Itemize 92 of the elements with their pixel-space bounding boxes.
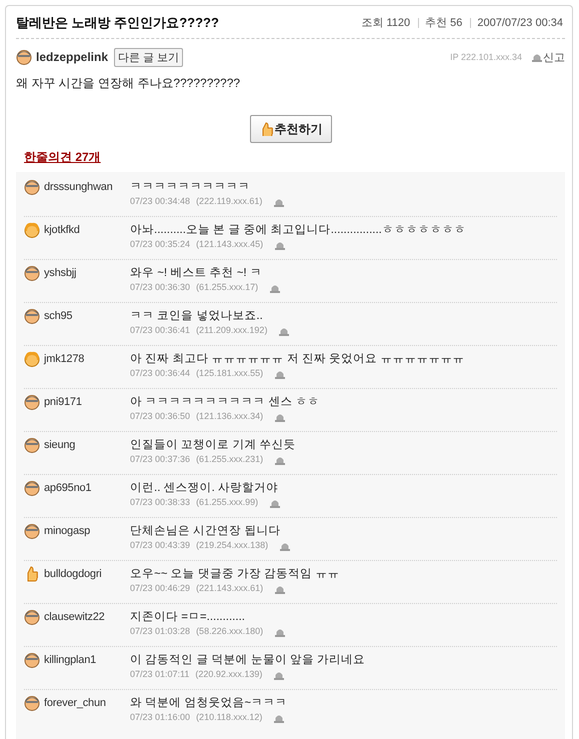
siren-icon[interactable]: [270, 498, 280, 508]
views-label: 조회: [361, 16, 384, 30]
comment-text: 와우 ~! 베스트 추천 ~! ㅋ: [130, 266, 263, 281]
siren-icon[interactable]: [275, 626, 286, 636]
comment-time: 07/23 00:46:29: [130, 582, 190, 595]
comment-username[interactable]: sieung: [44, 437, 76, 453]
comment-username[interactable]: minogasp: [44, 523, 90, 539]
comment-ip: (61.255.xxx.231): [196, 453, 264, 466]
author-ip: IP 222.101.xxx.34: [450, 52, 522, 62]
avatar-icon: [24, 652, 40, 668]
avatar-icon: [24, 523, 40, 539]
comment-time: 07/23 00:36:50: [130, 410, 190, 423]
siren-icon[interactable]: [274, 196, 284, 206]
comment-ip: (221.143.xxx.61): [196, 582, 264, 595]
avatar-icon: [24, 222, 40, 238]
comment-username[interactable]: kjotkfkd: [44, 222, 80, 238]
comment-username[interactable]: sch95: [44, 308, 72, 324]
avatar-icon: [16, 49, 32, 65]
comment-time: 07/23 00:36:44: [130, 367, 190, 380]
author-name[interactable]: ledzeppelink: [36, 50, 108, 64]
comment-text: 단체손님은 시간연장 됩니다: [130, 524, 282, 539]
comment-ip: (125.181.xxx.55): [196, 367, 264, 380]
siren-icon[interactable]: [275, 584, 286, 594]
recommend-count: 56: [450, 16, 462, 28]
comment-ip: (220.92.xxx.139): [195, 668, 262, 681]
recommend-button[interactable]: 추천하기: [250, 115, 332, 143]
siren-icon: [532, 52, 542, 62]
comment-time: 07/23 00:36:30: [130, 281, 190, 294]
comment-text: 아 진짜 최고다 ㅠㅠㅠㅠㅠㅠ 저 진짜 웃었어요 ㅠㅠㅠㅠㅠㅠㅠ: [130, 352, 464, 367]
siren-icon[interactable]: [275, 368, 286, 378]
siren-icon[interactable]: [279, 326, 290, 336]
comment-time: 07/23 00:35:24: [130, 238, 190, 251]
comment-time: 07/23 00:34:48: [130, 195, 190, 208]
comment-username[interactable]: yshsbjj: [44, 265, 76, 281]
comment-ip: (211.209.xxx.192): [196, 324, 268, 337]
siren-icon[interactable]: [270, 282, 280, 292]
post-date: 2007/07/23 00:34: [477, 16, 563, 28]
comment-ip: (210.118.xxx.12): [196, 711, 262, 724]
comment-ip: (61.255.xxx.17): [196, 281, 258, 294]
comment-text: 지존이다 =ㅁ=............: [130, 610, 246, 625]
avatar-icon: [24, 480, 40, 496]
avatar-icon: [24, 265, 40, 281]
comment-username[interactable]: drsssunghwan: [44, 179, 113, 195]
comment-text: 이 감동적인 글 덕분에 눈물이 앞을 가리네요: [130, 653, 366, 668]
avatar-icon: [24, 695, 40, 711]
comment-text: 아 ㅋㅋㅋㅋㅋㅋㅋㅋㅋㅋ 센스 ㅎㅎ: [130, 395, 320, 410]
comment-ip: (219.254.xxx.138): [196, 539, 268, 552]
comment-username[interactable]: ap695no1: [44, 480, 92, 496]
comment-time: 07/23 00:36:41: [130, 324, 190, 337]
comment-time: 07/23 00:43:39: [130, 539, 190, 552]
comment-text: 와 덕분에 엄청웃었음~ㅋㅋㅋ: [130, 696, 288, 711]
comment-ip: (61.255.xxx.99): [196, 496, 258, 509]
comment-text: ㅋㅋㅋㅋㅋㅋㅋㅋㅋㅋ: [130, 180, 251, 195]
avatar-icon: [24, 609, 40, 625]
comment-username[interactable]: forever_chun: [44, 695, 106, 711]
report-link[interactable]: 신고: [532, 50, 565, 64]
comment-time: 07/23 01:16:00: [130, 711, 190, 724]
comment-time: 07/23 01:07:11: [130, 668, 190, 681]
avatar-icon: [24, 351, 40, 367]
avatar-icon: [24, 179, 40, 195]
post-body: 왜 자꾸 시간을 연장해 주나요??????????: [16, 75, 242, 92]
views-count: 1120: [386, 16, 410, 28]
comment-username[interactable]: bulldogdogri: [44, 566, 102, 582]
comment-text: 아놔..........오늘 본 글 중에 최고입니다................ㅎㅎㅎㅎㅎㅎㅎ: [130, 223, 466, 238]
comment-ip: (58.226.xxx.180): [196, 625, 264, 638]
siren-icon[interactable]: [274, 670, 284, 680]
siren-icon[interactable]: [275, 240, 286, 250]
comment-text: 이런.. 센스쟁이. 사랑할거야: [130, 481, 279, 496]
comment-text: 인질들이 꼬챙이로 기계 쑤신듯: [130, 438, 296, 453]
post-title: 탈레반은 노래방 주인인가요?????: [16, 14, 219, 32]
comments-count-link[interactable]: 한줄의견 27개: [24, 149, 101, 166]
comment-username[interactable]: pni9171: [44, 394, 82, 410]
avatar-icon: [24, 437, 40, 453]
siren-icon[interactable]: [275, 454, 286, 464]
comment-time: 07/23 01:03:28: [130, 625, 190, 638]
siren-icon[interactable]: [274, 712, 284, 722]
comment-time: 07/23 00:37:36: [130, 453, 190, 466]
other-posts-button[interactable]: 다른 글 보기: [114, 48, 184, 66]
comment-username[interactable]: clausewitz22: [44, 609, 105, 625]
avatar-icon: [24, 308, 40, 324]
siren-icon[interactable]: [275, 412, 286, 422]
comment-time: 07/23 00:38:33: [130, 496, 190, 509]
avatar-icon: [24, 394, 40, 410]
recommend-label: 추천: [425, 16, 448, 30]
comment-text: 오우~~ 오늘 댓글중 가장 감동적임 ㅠㅠ: [130, 567, 340, 582]
comment-ip: (121.143.xxx.45): [196, 238, 264, 251]
comment-ip: (222.119.xxx.61): [196, 195, 262, 208]
siren-icon[interactable]: [280, 540, 290, 550]
comment-ip: (121.136.xxx.34): [196, 410, 264, 423]
comment-text: ㅋㅋ 코인을 넣었나보죠..: [130, 309, 264, 324]
comment-username[interactable]: jmk1278: [44, 351, 84, 367]
comment-username[interactable]: killingplan1: [44, 652, 96, 668]
